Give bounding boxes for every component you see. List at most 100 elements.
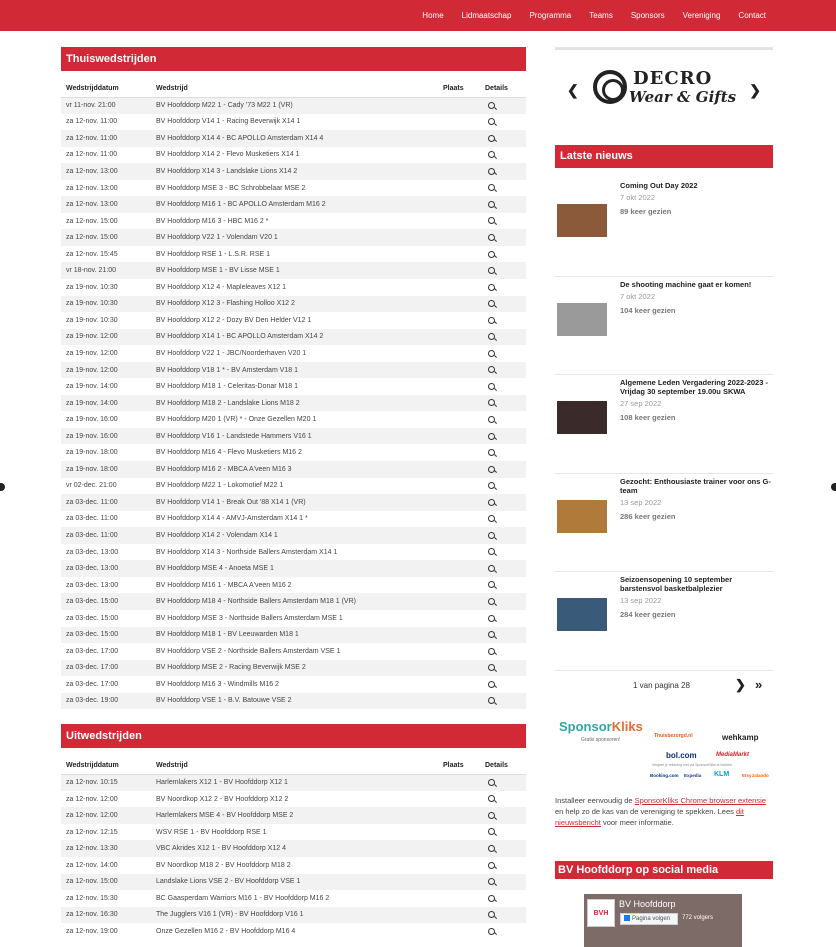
chevron-right-icon[interactable]: ❯ (749, 82, 761, 99)
table-row[interactable]: za 19-nov. 18:00 BV Hoofddorp M16 4 - Fle… (61, 444, 526, 462)
nav-programma[interactable]: Programma (529, 11, 571, 20)
side-scroll-tab-right[interactable] (831, 483, 836, 491)
table-row[interactable]: za 19-nov. 10:30 BV Hoofddorp X12 4 - Map… (61, 279, 526, 296)
news-item[interactable]: Coming Out Day 2022 7 okt 2022 89 keer gez… (555, 178, 773, 277)
search-icon[interactable] (488, 515, 495, 523)
table-row[interactable]: za 12-nov. 15:00 Landslake Lions VSE 2 - … (61, 873, 526, 891)
search-icon[interactable] (488, 548, 495, 556)
search-icon[interactable] (488, 894, 495, 902)
search-icon[interactable] (488, 482, 495, 490)
double-chevron-right-icon[interactable]: » (755, 677, 762, 692)
table-row[interactable]: za 12-nov. 14:00 BV Noordkop M18 2 - BV H… (61, 856, 526, 874)
table-row[interactable]: za 12-nov. 13:00 BV Hoofddorp M16 1 - BC … (61, 196, 526, 213)
search-icon[interactable] (488, 200, 495, 208)
table-row[interactable]: za 19-nov. 12:00 BV Hoofddorp X14 1 - BC … (61, 328, 526, 346)
news-thumbnail[interactable] (557, 499, 607, 533)
search-icon[interactable] (488, 449, 495, 457)
news-thumbnail[interactable] (557, 302, 607, 336)
table-row[interactable]: za 19-nov. 12:00 BV Hoofddorp V22 1 - JBC… (61, 345, 526, 362)
table-row[interactable]: za 03-dec. 13:00 BV Hoofddorp MSE 4 - Ano… (61, 560, 526, 577)
table-row[interactable]: za 19-nov. 12:00 BV Hoofddorp V18 1 * - B… (61, 361, 526, 379)
table-row[interactable]: vr 11-nov. 21:00 BV Hoofddorp M22 1 - Cad… (61, 97, 526, 114)
news-thumbnail[interactable] (557, 401, 607, 434)
table-row[interactable]: za 12-nov. 13:30 VBC Akrides X12 1 - BV H… (61, 840, 526, 857)
table-row[interactable]: vr 18-nov. 21:00 BV Hoofddorp MSE 1 - BV … (61, 262, 526, 280)
search-icon[interactable] (488, 845, 495, 853)
search-icon[interactable] (488, 118, 495, 126)
news-item[interactable]: Seizoensopening 10 september barstensvol… (555, 572, 773, 671)
news-item[interactable]: De shooting machine gaat er komen! 7 okt … (555, 277, 774, 375)
table-row[interactable]: za 12-nov. 15:45 BV Hoofddorp RSE 1 - L.S… (61, 245, 526, 263)
table-row[interactable]: za 19-nov. 16:00 BV Hoofddorp M20 1 (VR) … (61, 411, 526, 428)
news-thumbnail[interactable] (557, 598, 607, 631)
table-row[interactable]: za 03-dec. 15:00 BV Hoofddorp M18 1 - BV … (61, 626, 526, 644)
chevron-right-icon[interactable]: ❯ (735, 677, 746, 693)
nav-home[interactable]: Home (422, 11, 443, 20)
search-icon[interactable] (488, 399, 495, 407)
table-row[interactable]: za 12-nov. 13:00 BV Hoofddorp MSE 3 - BC … (61, 179, 526, 197)
news-title[interactable]: Seizoensopening 10 september barstensvol… (620, 575, 774, 593)
table-row[interactable]: za 19-nov. 18:00 BV Hoofddorp M16 2 - MBC… (61, 461, 526, 478)
news-thumbnail[interactable] (557, 204, 607, 237)
table-row[interactable]: za 12-nov. 12:15 WSV RSE 1 - BV Hoofddorp… (61, 823, 526, 841)
nav-lidmaatschap[interactable]: Lidmaatschap (462, 11, 512, 20)
search-icon[interactable] (488, 101, 495, 109)
table-row[interactable]: za 19-nov. 14:00 BV Hoofddorp M18 1 - Cel… (61, 378, 526, 395)
table-row[interactable]: za 12-nov. 11:00 BV Hoofddorp X14 4 - BC … (61, 130, 526, 147)
search-icon[interactable] (488, 647, 495, 655)
search-icon[interactable] (488, 664, 495, 672)
search-icon[interactable] (488, 349, 495, 357)
search-icon[interactable] (488, 828, 495, 836)
search-icon[interactable] (488, 316, 495, 324)
table-row[interactable]: za 03-dec. 17:00 BV Hoofddorp M16 3 - Win… (61, 676, 526, 693)
search-icon[interactable] (488, 134, 495, 142)
news-title[interactable]: De shooting machine gaat er komen! (620, 280, 774, 289)
table-row[interactable]: za 03-dec. 13:00 BV Hoofddorp M16 1 - MBC… (61, 576, 526, 594)
search-icon[interactable] (488, 927, 495, 935)
table-row[interactable]: za 19-nov. 16:00 BV Hoofddorp V16 1 - Lan… (61, 427, 526, 445)
chrome-extension-link[interactable]: SponsorKliks Chrome browser extensie (635, 796, 766, 805)
side-scroll-tab-left[interactable] (0, 483, 5, 491)
table-row[interactable]: za 03-dec. 13:00 BV Hoofddorp X14 3 - Nor… (61, 543, 526, 561)
table-row[interactable]: za 12-nov. 13:00 BV Hoofddorp X14 3 - Lan… (61, 163, 526, 180)
search-icon[interactable] (488, 415, 495, 423)
table-row[interactable]: za 19-nov. 14:00 BV Hoofddorp M18 2 - Lan… (61, 394, 526, 412)
search-icon[interactable] (488, 151, 495, 159)
chevron-left-icon[interactable]: ❮ (567, 82, 579, 99)
search-icon[interactable] (488, 811, 495, 819)
news-title[interactable]: Algemene Leden Vergadering 2022-2023 - V… (620, 378, 774, 396)
search-icon[interactable] (488, 614, 495, 622)
search-icon[interactable] (488, 465, 495, 473)
search-icon[interactable] (488, 217, 495, 225)
table-row[interactable]: za 12-nov. 15:30 BC Gaasperdam Warriors M… (61, 890, 526, 907)
search-icon[interactable] (488, 233, 495, 241)
news-item[interactable]: Algemene Leden Vergadering 2022-2023 - V… (555, 375, 773, 474)
search-icon[interactable] (488, 631, 495, 639)
search-icon[interactable] (488, 267, 495, 275)
nav-sponsors[interactable]: Sponsors (631, 11, 665, 20)
table-row[interactable]: za 19-nov. 10:30 BV Hoofddorp X12 2 - Doz… (61, 312, 526, 329)
table-row[interactable]: za 03-dec. 15:00 BV Hoofddorp M18 4 - Nor… (61, 593, 526, 610)
table-row[interactable]: vr 02-dec. 21:00 BV Hoofddorp M22 1 - Lok… (61, 477, 526, 495)
table-row[interactable]: za 03-dec. 15:00 BV Hoofddorp MSE 3 - Nor… (61, 609, 526, 627)
table-row[interactable]: za 03-dec. 17:00 BV Hoofddorp MSE 2 - Rac… (61, 659, 526, 677)
facebook-page-card[interactable]: BVH BV Hoofddorp Pagina volgen 772 volge… (584, 893, 742, 947)
table-row[interactable]: za 12-nov. 12:00 BV Noordkop X12 2 - BV H… (61, 790, 526, 808)
search-icon[interactable] (488, 680, 495, 688)
search-icon[interactable] (488, 697, 495, 705)
table-row[interactable]: za 03-dec. 11:00 BV Hoofddorp X14 4 - AMV… (61, 510, 526, 528)
table-row[interactable]: za 12-nov. 12:00 Harlemlakers MSE 4 - BV … (61, 807, 526, 824)
search-icon[interactable] (488, 382, 495, 390)
facebook-page-name[interactable]: BV Hoofddorp (619, 899, 676, 909)
news-title[interactable]: Coming Out Day 2022 (620, 181, 774, 190)
search-icon[interactable] (488, 432, 495, 440)
search-icon[interactable] (488, 366, 495, 374)
search-icon[interactable] (488, 878, 495, 886)
table-row[interactable]: za 12-nov. 15:00 BV Hoofddorp M16 3 - HBC… (61, 212, 526, 230)
news-title[interactable]: Gezocht: Enthousiaste trainer voor ons G… (620, 477, 774, 495)
search-icon[interactable] (488, 531, 495, 539)
search-icon[interactable] (488, 581, 495, 589)
table-row[interactable]: za 12-nov. 10:15 Harlemlakers X12 1 - BV … (61, 774, 526, 791)
table-row[interactable]: za 12-nov. 15:00 BV Hoofddorp V22 1 - Vol… (61, 229, 526, 246)
search-icon[interactable] (488, 564, 495, 572)
